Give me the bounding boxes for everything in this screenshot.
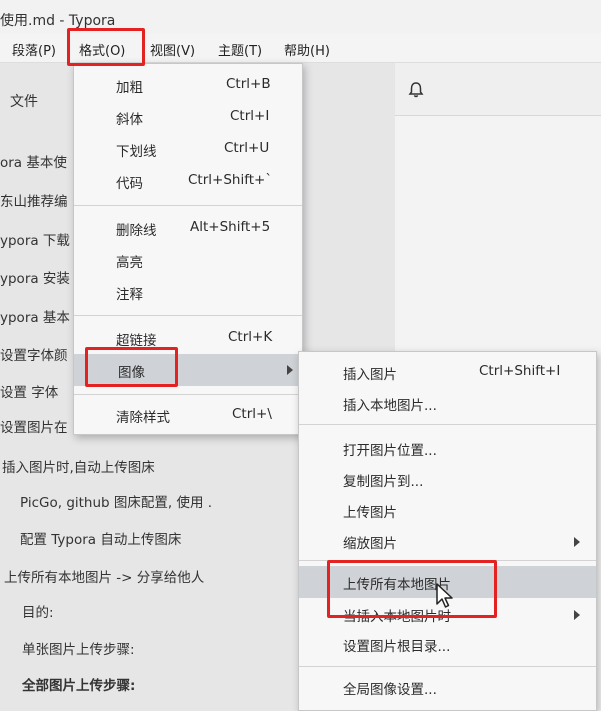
submenu-item-set-image-root[interactable]: 设置图片根目录... (299, 629, 596, 659)
menu-item-label: 打开图片位置... (343, 443, 437, 459)
menu-item-highlight[interactable]: 高亮 (74, 245, 302, 275)
outline-item[interactable]: ora 基本使 (0, 151, 67, 171)
outline-item[interactable]: PicGo, github 图床配置, 使用 . (20, 491, 212, 511)
outline-item[interactable]: 设置字体颜 (0, 344, 68, 364)
menu-separator (299, 666, 596, 667)
submenu-item-zoom-image[interactable]: 缩放图片 (299, 526, 596, 556)
menu-item-label: 删除线 (116, 223, 157, 239)
annotation-box-upload-all (327, 560, 497, 618)
menu-separator (299, 424, 596, 425)
menu-item-shortcut: Ctrl+Shift+I (479, 363, 561, 379)
chevron-right-icon (574, 537, 580, 547)
menu-item-comment[interactable]: 注释 (74, 277, 302, 307)
outline-item[interactable]: 全部图片上传步骤: (22, 674, 135, 694)
outline-item[interactable]: 东山推荐编 (0, 190, 68, 210)
menu-item-shortcut: Ctrl+I (230, 108, 270, 124)
sidebar-files-tab[interactable]: 文件 (10, 91, 38, 111)
mouse-pointer-icon (436, 583, 453, 608)
menu-item-underline[interactable]: 下划线 Ctrl+U (74, 134, 302, 164)
outline-item[interactable]: 目的: (22, 601, 54, 621)
menu-separator (74, 205, 302, 206)
menu-separator (74, 315, 302, 316)
menu-item-italic[interactable]: 斜体 Ctrl+I (74, 102, 302, 132)
outline-item[interactable]: 配置 Typora 自动上传图床 (20, 528, 181, 548)
menu-item-label: 全局图像设置... (343, 682, 437, 698)
menu-item-label: 代码 (116, 176, 143, 192)
menu-help[interactable]: 帮助(H) (284, 40, 330, 59)
outline-item[interactable]: 上传所有本地图片 -> 分享给他人 (4, 566, 204, 586)
chevron-right-icon (574, 610, 580, 620)
submenu-item-copy-image-to[interactable]: 复制图片到... (299, 464, 596, 494)
submenu-item-insert-local-image[interactable]: 插入本地图片... (299, 388, 596, 418)
bell-icon[interactable] (407, 81, 425, 99)
editor-toolbar (395, 63, 601, 116)
menu-item-label: 加粗 (116, 80, 143, 96)
menu-item-label: 清除样式 (116, 410, 170, 426)
annotation-box-image-item (85, 347, 178, 387)
outline-item[interactable]: 设置图片在 (0, 416, 68, 436)
image-submenu: 插入图片 Ctrl+Shift+I 插入本地图片... 打开图片位置... 复制… (298, 351, 597, 711)
outline-item[interactable]: ypora 下载 (0, 229, 70, 249)
menu-theme[interactable]: 主题(T) (218, 40, 262, 59)
menu-item-label: 下划线 (116, 144, 157, 160)
menu-item-label: 插入本地图片... (343, 398, 437, 414)
outline-item[interactable]: 设置 字体 (0, 381, 58, 401)
menu-item-clear-style[interactable]: 清除样式 Ctrl+\ (74, 400, 302, 430)
menu-item-label: 斜体 (116, 112, 143, 128)
submenu-item-insert-image[interactable]: 插入图片 Ctrl+Shift+I (299, 357, 596, 387)
menu-item-label: 缩放图片 (343, 536, 397, 552)
menu-item-label: 高亮 (116, 255, 143, 271)
outline-item[interactable]: ypora 安装 (0, 267, 70, 287)
submenu-item-upload-image[interactable]: 上传图片 (299, 495, 596, 525)
submenu-item-open-image-location[interactable]: 打开图片位置... (299, 433, 596, 463)
menu-item-shortcut: Ctrl+B (226, 76, 271, 92)
menu-item-strikethrough[interactable]: 删除线 Alt+Shift+5 (74, 213, 302, 243)
annotation-box-format-menu (67, 28, 145, 66)
menu-item-shortcut: Alt+Shift+5 (190, 219, 271, 235)
outline-item[interactable]: ypora 基本 (0, 306, 70, 326)
menu-item-bold[interactable]: 加粗 Ctrl+B (74, 70, 302, 100)
menu-item-label: 复制图片到... (343, 474, 424, 490)
menu-item-shortcut: Ctrl+Shift+` (188, 172, 273, 188)
menu-separator (74, 394, 302, 395)
menu-item-label: 注释 (116, 287, 143, 303)
menu-item-label: 插入图片 (343, 367, 397, 383)
menu-item-shortcut: Ctrl+\ (232, 406, 272, 422)
window-title: 使用.md - Typora (0, 13, 116, 29)
submenu-item-global-image-settings[interactable]: 全局图像设置... (299, 672, 596, 702)
menu-view[interactable]: 视图(V) (150, 40, 195, 59)
outline-item[interactable]: 单张图片上传步骤: (22, 638, 135, 658)
outline-item[interactable]: 插入图片时,自动上传图床 (2, 456, 155, 476)
menu-paragraph[interactable]: 段落(P) (12, 40, 56, 59)
menu-item-code[interactable]: 代码 Ctrl+Shift+` (74, 166, 302, 196)
menu-item-shortcut: Ctrl+U (224, 140, 270, 156)
menu-item-label: 超链接 (116, 333, 157, 349)
menu-item-shortcut: Ctrl+K (228, 329, 273, 345)
chevron-right-icon (287, 365, 293, 375)
menu-item-label: 上传图片 (343, 505, 397, 521)
menu-item-label: 设置图片根目录... (343, 639, 451, 655)
